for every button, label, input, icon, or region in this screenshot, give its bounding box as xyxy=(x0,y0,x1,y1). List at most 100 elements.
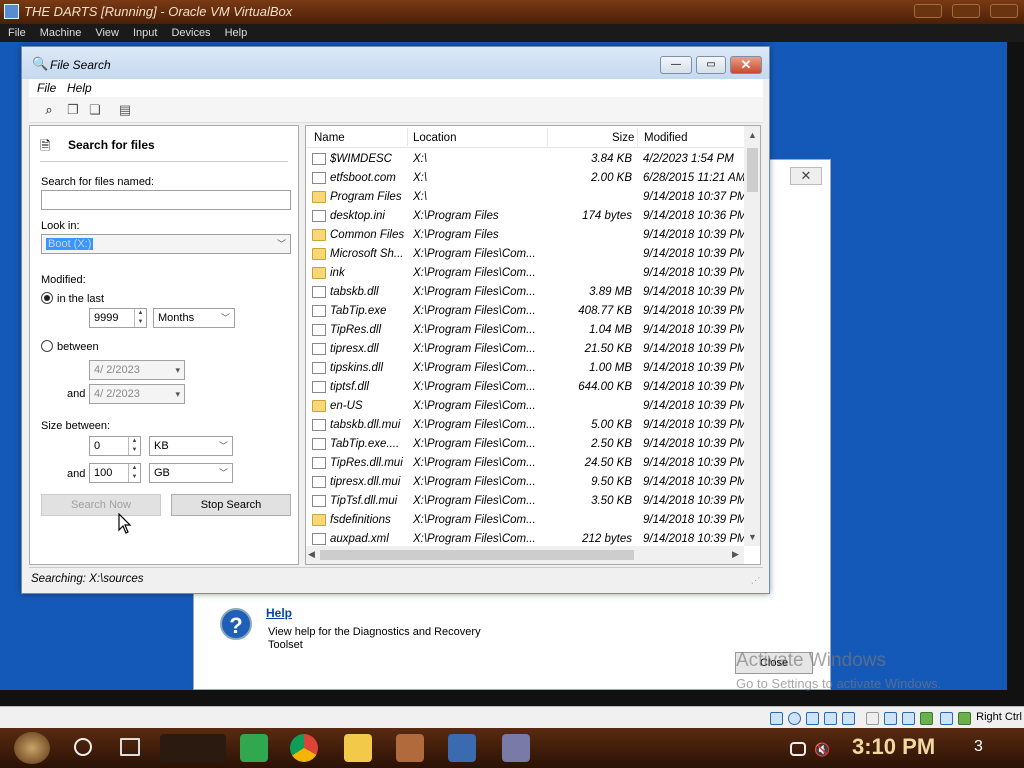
media-app-icon[interactable] xyxy=(396,734,424,762)
fs-menu-file[interactable]: File xyxy=(37,81,56,95)
shared-folder-icon[interactable] xyxy=(866,712,879,725)
table-row[interactable]: TabTip.exe X:\Program Files\Com... 408.77 … xyxy=(306,302,746,321)
move-toolbar-icon[interactable]: ❏ xyxy=(87,102,103,118)
table-row[interactable]: tipskins.dll X:\Program Files\Com... 1.00 … xyxy=(306,359,746,378)
file-name-input[interactable] xyxy=(41,190,291,210)
table-row[interactable]: tipresx.dll.mui X:\Program Files\Com... 9.… xyxy=(306,473,746,492)
vbox-menu-machine[interactable]: Machine xyxy=(40,24,90,42)
table-row[interactable]: Common Files X:\Program Files 9/14/2018 10… xyxy=(306,226,746,245)
fs-maximize-button[interactable]: ▭ xyxy=(696,56,726,74)
table-row[interactable]: Microsoft Sh... X:\Program Files\Com... 9/… xyxy=(306,245,746,264)
column-size[interactable]: Size xyxy=(612,132,634,144)
scroll-right-icon[interactable]: ▶ xyxy=(732,549,739,560)
table-row[interactable]: ink X:\Program Files\Com... 9/14/2018 10:3… xyxy=(306,264,746,283)
calendar-app-icon[interactable] xyxy=(502,734,530,762)
usb-icon[interactable] xyxy=(842,712,855,725)
scroll-up-icon[interactable]: ▲ xyxy=(748,130,757,140)
scroll-thumb[interactable] xyxy=(747,148,758,192)
resize-grip-icon[interactable]: ⋰ xyxy=(751,576,759,585)
keyboard-icon[interactable] xyxy=(958,712,971,725)
table-row[interactable]: fsdefinitions X:\Program Files\Com... 9/14… xyxy=(306,511,746,530)
fs-menu-help[interactable]: Help xyxy=(67,81,92,95)
table-row[interactable]: TabTip.exe.... X:\Program Files\Com... 2.5… xyxy=(306,435,746,454)
copy-toolbar-icon[interactable]: ❐ xyxy=(65,102,81,118)
maximize-button[interactable] xyxy=(952,4,980,18)
properties-toolbar-icon[interactable]: ▤ xyxy=(117,102,133,118)
spin-arrows-icon[interactable]: ▲ ▼ xyxy=(128,464,140,482)
close-button[interactable] xyxy=(990,4,1018,18)
start-button[interactable] xyxy=(14,732,50,764)
virtualbox-app-icon[interactable] xyxy=(448,734,476,762)
vt-x-icon[interactable] xyxy=(920,712,933,725)
table-row[interactable]: tabskb.dll.mui X:\Program Files\Com... 5.0… xyxy=(306,416,746,435)
network-icon[interactable] xyxy=(824,712,837,725)
guest-vertical-scrollbar[interactable] xyxy=(1007,42,1024,690)
audio-icon[interactable] xyxy=(806,712,819,725)
task-view-icon[interactable] xyxy=(120,738,140,756)
spin-arrows-icon[interactable]: ▲ ▼ xyxy=(128,437,140,455)
chrome-app-icon[interactable] xyxy=(290,734,318,762)
results-horizontal-scrollbar[interactable]: ◀ ▶ xyxy=(306,546,744,564)
date-to-picker[interactable]: 4/ 2/2023 ▾ xyxy=(89,384,185,404)
display-icon[interactable] xyxy=(884,712,897,725)
scroll-thumb[interactable] xyxy=(320,550,634,560)
look-in-select[interactable]: Boot (X:) ﹀ xyxy=(41,234,291,254)
table-row[interactable]: en-US X:\Program Files\Com... 9/14/2018 10… xyxy=(306,397,746,416)
minimize-button[interactable] xyxy=(914,4,942,18)
table-row[interactable]: TipRes.dll.mui X:\Program Files\Com... 24.… xyxy=(306,454,746,473)
taskbar-empty-slot[interactable] xyxy=(160,734,226,762)
in-the-last-stepper[interactable]: 9999 ▲ ▼ xyxy=(89,308,147,328)
network-tray-icon[interactable] xyxy=(790,742,806,756)
scroll-down-icon[interactable]: ▼ xyxy=(748,532,757,542)
search-toolbar-icon[interactable]: ⌕ xyxy=(41,102,57,118)
taskbar-clock[interactable]: 3:10 PM xyxy=(852,734,935,760)
fs-minimize-button[interactable]: — xyxy=(660,56,692,74)
size-max-unit-select[interactable]: GB ﹀ xyxy=(149,463,233,483)
column-divider[interactable] xyxy=(547,128,548,146)
column-name[interactable]: Name xyxy=(314,132,345,144)
table-row[interactable]: tiptsf.dll X:\Program Files\Com... 644.00 … xyxy=(306,378,746,397)
mouse-integration-icon[interactable] xyxy=(940,712,953,725)
spin-arrows-icon[interactable]: ▲ ▼ xyxy=(134,309,146,327)
column-divider[interactable] xyxy=(637,128,638,146)
column-location[interactable]: Location xyxy=(413,132,456,144)
table-row[interactable]: Program Files X:\ 9/14/2018 10:37 PM xyxy=(306,188,746,207)
vbox-menu-file[interactable]: File xyxy=(8,24,34,42)
table-row[interactable]: tabskb.dll X:\Program Files\Com... 3.89 MB… xyxy=(306,283,746,302)
guest-horizontal-scrollbar[interactable] xyxy=(0,690,1024,706)
between-radio[interactable] xyxy=(41,340,53,352)
size-min-stepper[interactable]: 0 ▲ ▼ xyxy=(89,436,141,456)
volume-muted-icon[interactable]: 🔇 xyxy=(814,742,830,757)
date-from-picker[interactable]: 4/ 2/2023 ▾ xyxy=(89,360,185,380)
notification-count-badge[interactable]: 3 xyxy=(974,738,996,760)
results-vertical-scrollbar[interactable]: ▲ ▼ xyxy=(744,126,760,546)
column-divider[interactable] xyxy=(407,128,408,146)
dialog-close-x-button[interactable]: ✕ xyxy=(790,167,822,185)
fs-close-button[interactable]: ✕ xyxy=(730,56,762,74)
table-row[interactable]: desktop.ini X:\Program Files 174 bytes 9/14… xyxy=(306,207,746,226)
vbox-menu-devices[interactable]: Devices xyxy=(171,24,218,42)
table-row[interactable]: TipRes.dll X:\Program Files\Com... 1.04 MB… xyxy=(306,321,746,340)
vbox-menu-help[interactable]: Help xyxy=(225,24,256,42)
table-row[interactable]: $WIMDESC X:\ 3.84 KB 4/2/2023 1:54 PM xyxy=(306,150,746,169)
sticky-notes-app-icon[interactable] xyxy=(240,734,268,762)
search-now-button[interactable]: Search Now xyxy=(41,494,161,516)
cortana-search-icon[interactable] xyxy=(74,738,92,756)
in-the-last-radio[interactable] xyxy=(41,292,53,304)
hdd-icon[interactable] xyxy=(770,712,783,725)
optical-drive-icon[interactable] xyxy=(788,712,801,725)
scroll-left-icon[interactable]: ◀ xyxy=(308,549,315,560)
stop-search-button[interactable]: Stop Search xyxy=(171,494,291,516)
period-unit-select[interactable]: Months ﹀ xyxy=(153,308,235,328)
column-modified[interactable]: Modified xyxy=(644,132,687,144)
table-row[interactable]: TipTsf.dll.mui X:\Program Files\Com... 3.5… xyxy=(306,492,746,511)
vbox-menu-view[interactable]: View xyxy=(95,24,127,42)
vbox-menu-input[interactable]: Input xyxy=(133,24,165,42)
table-row[interactable]: etfsboot.com X:\ 2.00 KB 6/28/2015 11:21 AM xyxy=(306,169,746,188)
file-explorer-app-icon[interactable] xyxy=(344,734,372,762)
table-row[interactable]: tipresx.dll X:\Program Files\Com... 21.50 … xyxy=(306,340,746,359)
help-link[interactable]: Help xyxy=(266,606,292,620)
size-max-stepper[interactable]: 100 ▲ ▼ xyxy=(89,463,141,483)
size-min-unit-select[interactable]: KB ﹀ xyxy=(149,436,233,456)
recording-icon[interactable] xyxy=(902,712,915,725)
